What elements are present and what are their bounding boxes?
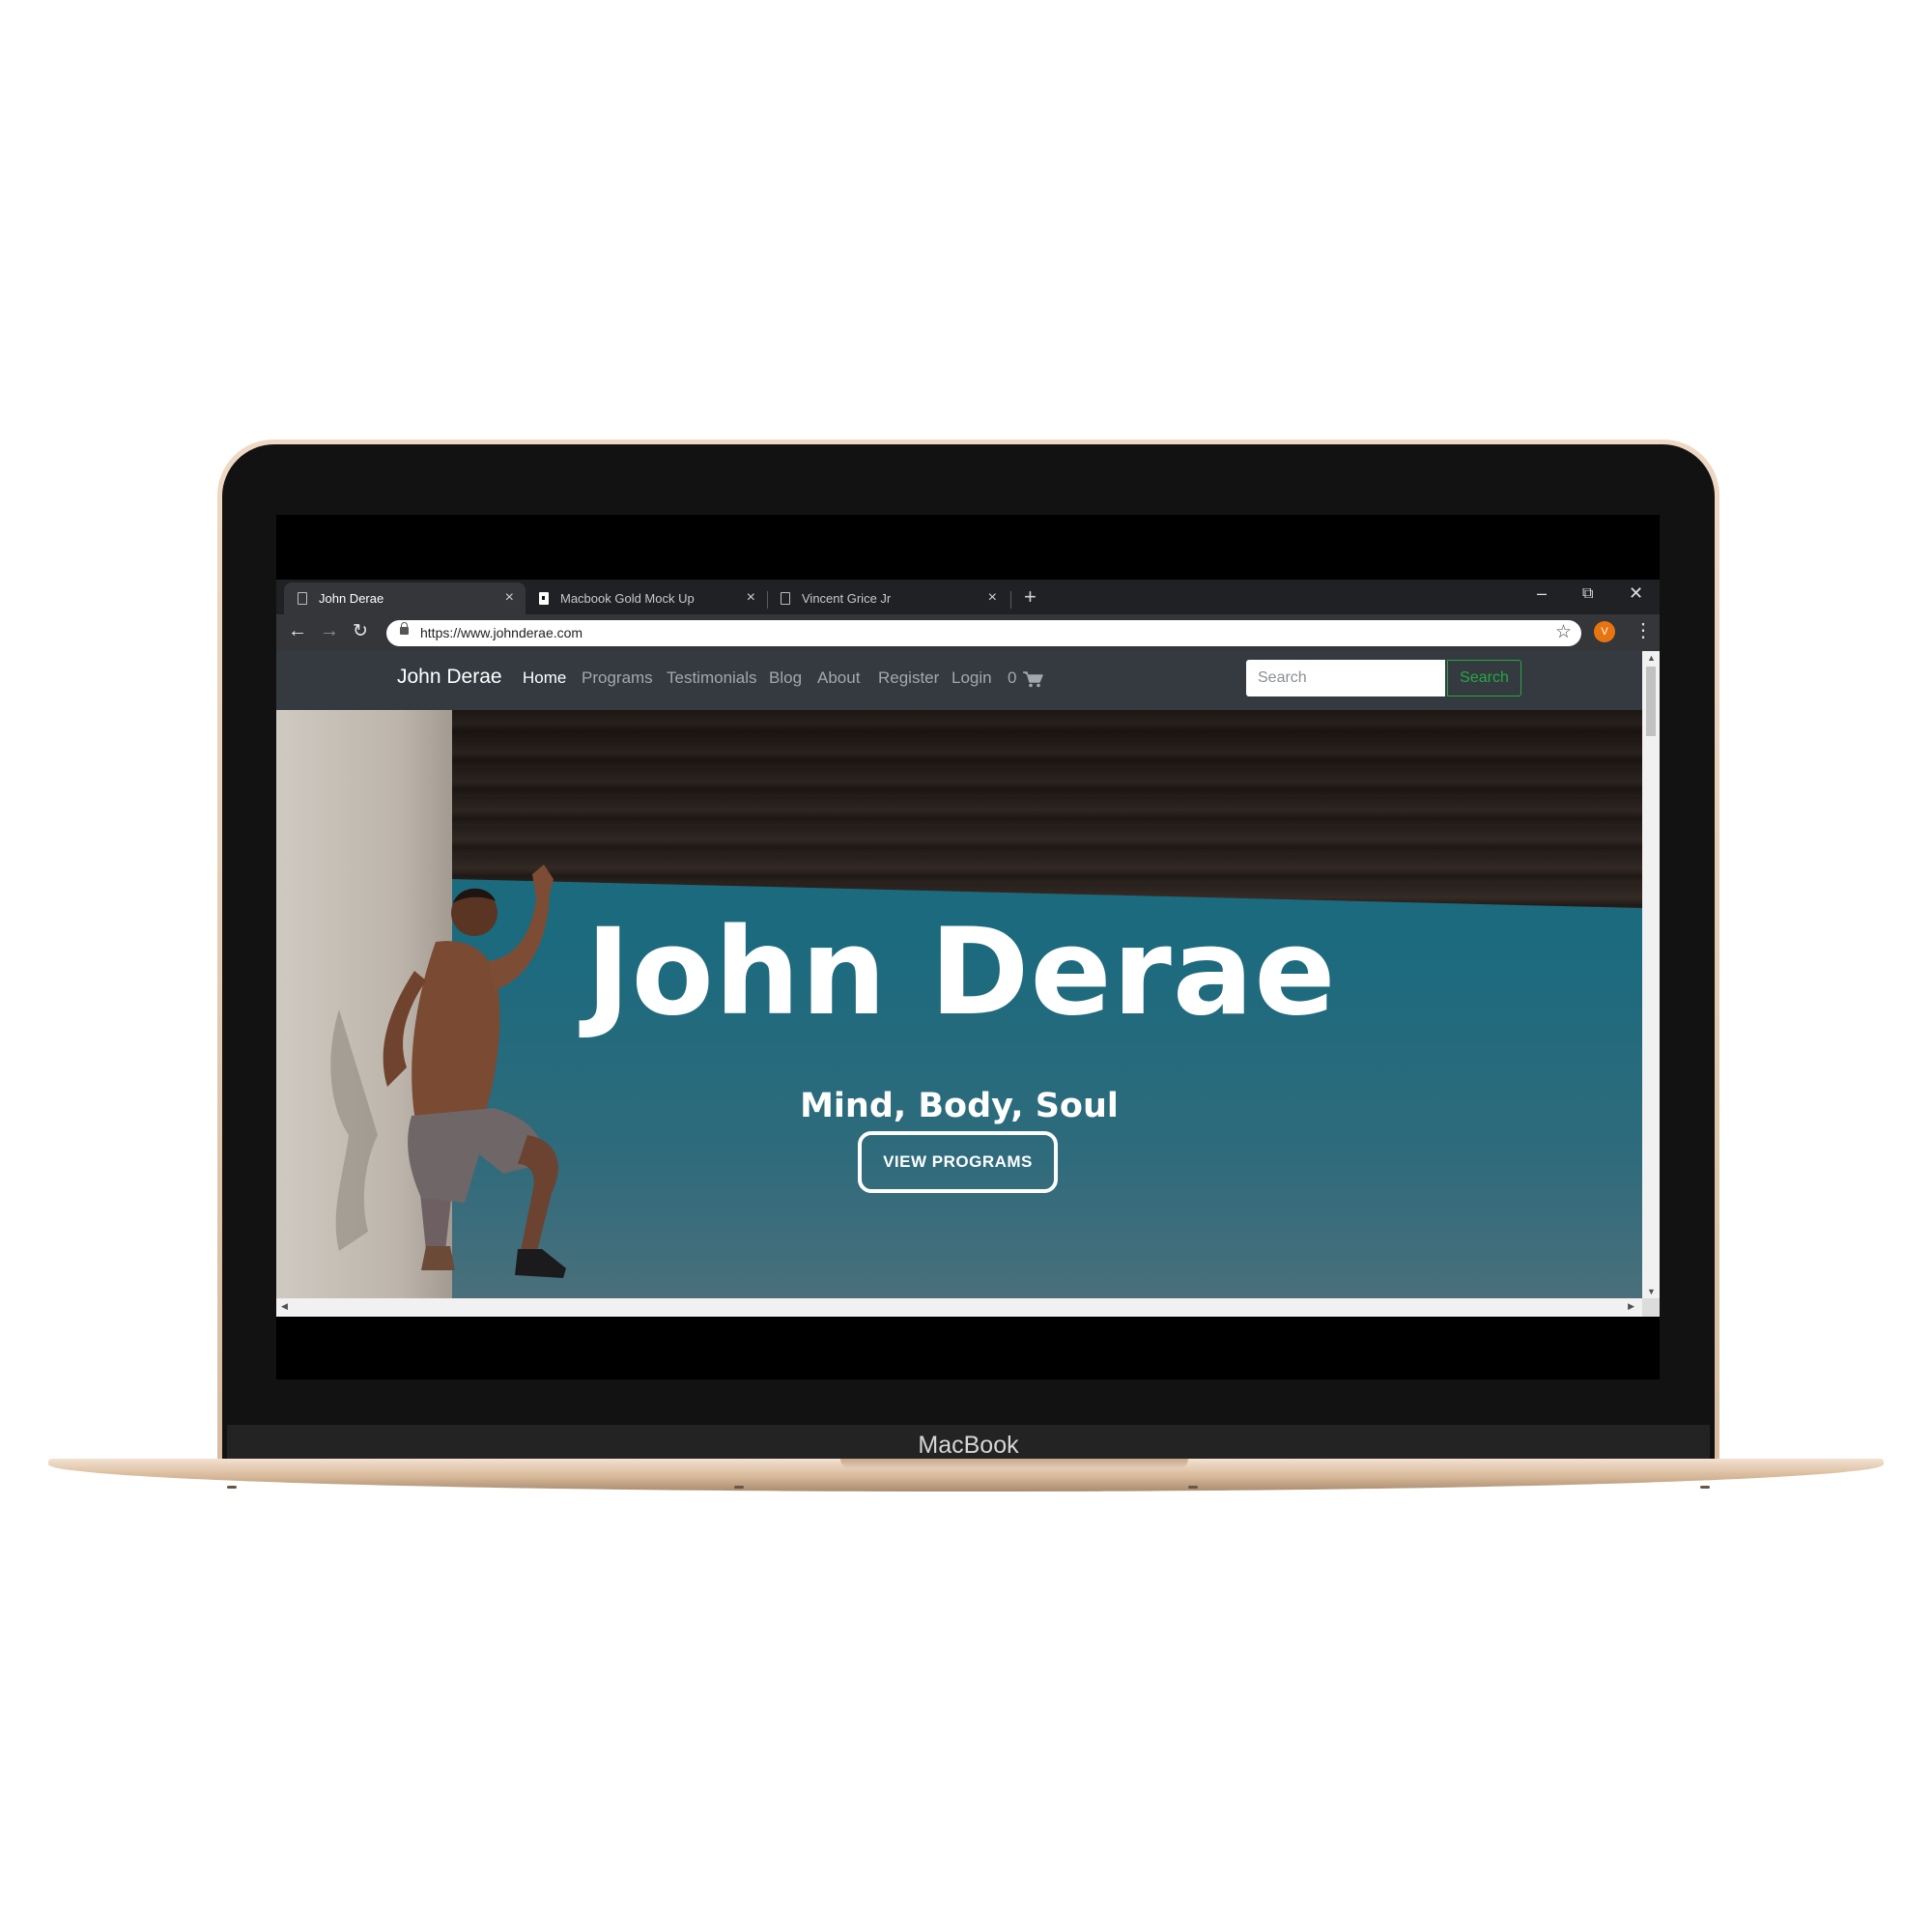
nav-register[interactable]: Register: [878, 668, 939, 688]
site-navbar: John Derae Home Programs Testimonials Bl…: [276, 651, 1642, 710]
tab-strip: John Derae × Macbook Gold Mock Up × Vinc…: [276, 580, 1660, 614]
laptop-foot: [1188, 1486, 1198, 1489]
cart-icon[interactable]: [1022, 670, 1043, 688]
tab-title: Macbook Gold Mock Up: [560, 591, 695, 606]
vertical-scrollbar[interactable]: ▲ ▼: [1642, 651, 1660, 1298]
laptop-foot: [734, 1486, 744, 1489]
page-icon: [781, 592, 790, 605]
close-tab-icon[interactable]: ×: [747, 589, 755, 607]
scroll-left-arrow-icon[interactable]: ◀: [281, 1301, 288, 1312]
tab-vincent-grice[interactable]: Vincent Grice Jr ×: [767, 582, 1009, 614]
view-programs-button[interactable]: VIEW PROGRAMS: [858, 1131, 1058, 1193]
site-brand[interactable]: John Derae: [397, 666, 502, 689]
bookmark-star-icon[interactable]: ☆: [1555, 621, 1572, 643]
new-tab-icon[interactable]: +: [1024, 584, 1037, 610]
nav-testimonials[interactable]: Testimonials: [667, 668, 757, 688]
scroll-down-arrow-icon[interactable]: ▼: [1647, 1287, 1656, 1296]
horizontal-scrollbar[interactable]: ◀ ▶: [276, 1298, 1642, 1317]
laptop-foot: [1700, 1486, 1710, 1489]
tab-macbook-mockup[interactable]: Macbook Gold Mock Up ×: [526, 582, 767, 614]
browser-menu-icon[interactable]: ⋮: [1634, 618, 1653, 642]
search-input[interactable]: [1246, 660, 1445, 696]
page-icon: [298, 592, 307, 605]
search-button[interactable]: Search: [1447, 660, 1521, 696]
laptop-opening-notch: [840, 1459, 1188, 1469]
device-label: MacBook: [918, 1432, 1019, 1459]
laptop-base: [48, 1459, 1884, 1492]
web-page: John Derae Home Programs Testimonials Bl…: [276, 651, 1642, 1298]
close-tab-icon[interactable]: ×: [988, 589, 997, 607]
hero-section: John Derae Mind, Body, Soul VIEW PROGRAM…: [276, 710, 1642, 1298]
reload-icon[interactable]: ↻: [353, 620, 368, 642]
scrollbar-corner: [1642, 1298, 1660, 1317]
hero-title: John Derae: [585, 903, 1337, 1042]
tab-john-derae[interactable]: John Derae ×: [284, 582, 526, 614]
cart-count[interactable]: 0: [1008, 668, 1016, 688]
lock-icon: [400, 622, 409, 635]
vertical-scroll-thumb[interactable]: [1646, 667, 1656, 736]
nav-blog[interactable]: Blog: [769, 668, 802, 688]
browser-window: John Derae × Macbook Gold Mock Up × Vinc…: [276, 580, 1660, 1317]
url-text: https://www.johnderae.com: [420, 625, 583, 640]
close-window-icon[interactable]: ✕: [1629, 583, 1643, 604]
tab-title: Vincent Grice Jr: [802, 591, 892, 606]
browser-toolbar: ← → ↻ https://www.johnderae.com ☆ V ⋮: [276, 614, 1660, 651]
nav-home[interactable]: Home: [523, 668, 566, 688]
restore-icon[interactable]: ⧉: [1582, 585, 1593, 603]
profile-avatar[interactable]: V: [1594, 621, 1615, 642]
laptop-foot: [227, 1486, 237, 1489]
tab-title: John Derae: [319, 591, 384, 606]
scroll-up-arrow-icon[interactable]: ▲: [1647, 653, 1656, 663]
nav-login[interactable]: Login: [952, 668, 992, 688]
hero-subtitle: Mind, Body, Soul: [800, 1087, 1119, 1125]
tab-divider: [1010, 591, 1011, 609]
scroll-right-arrow-icon[interactable]: ▶: [1628, 1301, 1634, 1312]
address-bar[interactable]: https://www.johnderae.com ☆: [386, 620, 1581, 646]
laptop-screen: John Derae × Macbook Gold Mock Up × Vinc…: [276, 515, 1660, 1379]
nav-programs[interactable]: Programs: [582, 668, 653, 688]
forward-icon[interactable]: →: [320, 620, 339, 642]
close-tab-icon[interactable]: ×: [505, 589, 514, 607]
nav-about[interactable]: About: [817, 668, 860, 688]
back-icon[interactable]: ←: [288, 620, 307, 642]
minimize-icon[interactable]: –: [1537, 583, 1547, 604]
app-icon: [539, 592, 549, 605]
